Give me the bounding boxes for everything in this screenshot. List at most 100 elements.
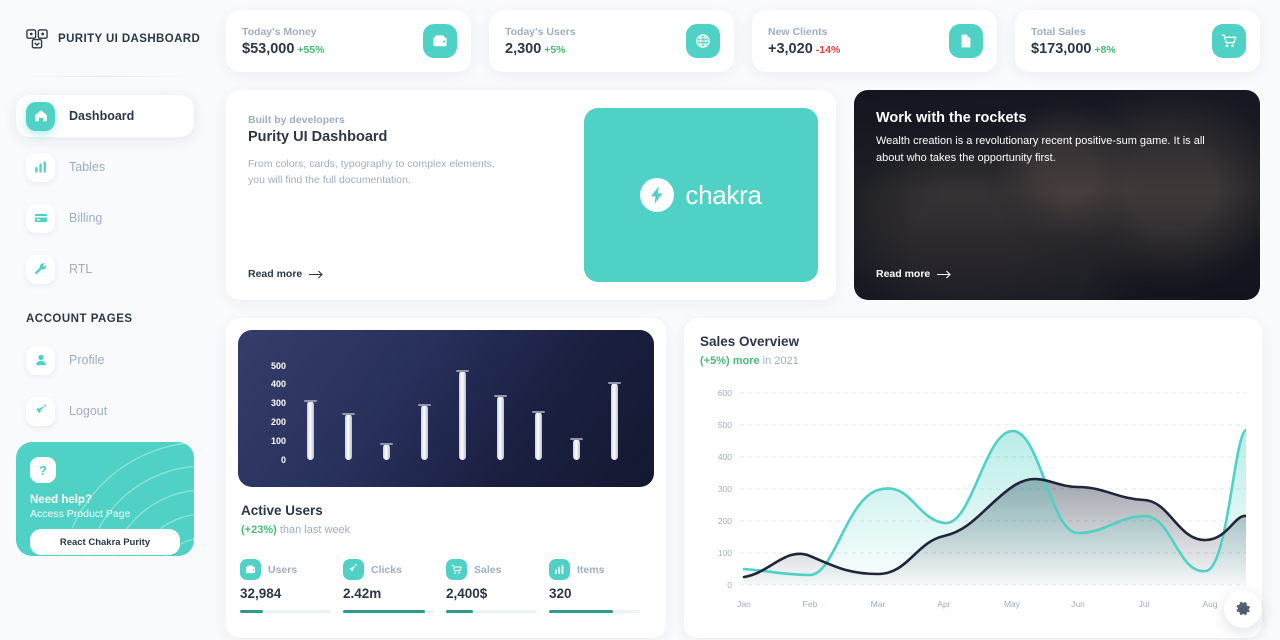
work-with-rockets-card: Work with the rockets Wealth creation is…: [854, 90, 1260, 300]
card-title: Work with the rockets: [876, 110, 1027, 126]
stat-value: $53,000: [242, 40, 295, 57]
help-card: ? Need help? Access Product Page React C…: [16, 442, 194, 556]
stat-card-todays-users[interactable]: Today's Users 2,300 +5%: [489, 10, 734, 72]
active-users-delta-suffix: than last week: [279, 524, 351, 536]
sales-overview-subtitle: (+5%) more in 2021: [700, 355, 1246, 367]
metric-value: 320: [549, 586, 572, 601]
sidebar-item-label: Logout: [69, 404, 108, 418]
chakra-logo-panel: chakra: [584, 108, 818, 282]
svg-text:Jun: Jun: [1071, 599, 1085, 609]
main-content: Today's Money $53,000 +55% Today's Users …: [210, 0, 1280, 640]
arrow-right-icon: [937, 270, 952, 278]
stat-value: +3,020: [768, 40, 813, 57]
card-title: Purity UI Dashboard: [248, 129, 388, 145]
svg-text:500: 500: [271, 361, 286, 371]
svg-text:600: 600: [718, 388, 732, 398]
metric-items: Items 320: [549, 559, 652, 613]
stat-card-total-sales[interactable]: Total Sales $173,000 +8%: [1015, 10, 1260, 72]
document-icon: [949, 24, 983, 58]
active-users-card: 500 400 300 200 100 0 Active Users (+23%…: [226, 318, 666, 638]
brand[interactable]: PURITY UI DASHBOARD: [0, 26, 210, 52]
purity-logo-icon: [26, 29, 48, 49]
metric-progress-track: [549, 610, 640, 613]
help-card-title: Need help?: [30, 494, 92, 506]
sidebar: PURITY UI DASHBOARD Dashboard Tables Bil…: [0, 0, 210, 640]
chakra-wordmark: chakra: [685, 179, 762, 210]
stat-delta: -14%: [815, 43, 841, 56]
svg-text:Jan: Jan: [737, 599, 751, 609]
read-more-label: Read more: [248, 268, 303, 280]
metric-label: Items: [577, 563, 605, 576]
svg-text:300: 300: [271, 398, 286, 408]
svg-text:Mar: Mar: [871, 599, 886, 609]
svg-text:0: 0: [281, 455, 286, 465]
wallet-icon: [240, 559, 261, 580]
sidebar-nav: Dashboard Tables Billing RTL ACCOUNT PAG…: [0, 95, 210, 432]
metric-value: 32,984: [240, 586, 282, 601]
svg-text:100: 100: [718, 548, 732, 558]
svg-text:May: May: [1004, 599, 1021, 609]
stats-bar-icon: [26, 152, 55, 182]
metric-progress-fill: [343, 610, 425, 613]
metric-progress-fill: [240, 610, 263, 613]
svg-text:Aug: Aug: [1202, 599, 1217, 609]
mid-row: Built by developers Purity UI Dashboard …: [226, 90, 1260, 300]
stat-label: New Clients: [768, 25, 828, 38]
read-more-label: Read more: [876, 268, 931, 280]
metric-label: Clicks: [371, 563, 402, 576]
wallet-icon: [423, 24, 457, 58]
metric-users: Users 32,984: [240, 559, 343, 613]
stat-label: Today's Money: [242, 25, 317, 38]
home-icon: [26, 101, 55, 131]
active-users-title: Active Users: [241, 503, 323, 518]
stat-card-todays-money[interactable]: Today's Money $53,000 +55%: [226, 10, 471, 72]
sidebar-item-profile[interactable]: Profile: [16, 339, 194, 381]
svg-text:200: 200: [718, 516, 732, 526]
sales-overview-card: Sales Overview (+5%) more in 2021 600 50…: [684, 318, 1262, 638]
chart-y-tick-labels: 600 500 400 300 200 100 0: [718, 388, 732, 590]
bottom-row: 500 400 300 200 100 0 Active Users (+23%…: [226, 318, 1262, 638]
metric-progress-track: [343, 610, 434, 613]
svg-text:Jul: Jul: [1139, 599, 1150, 609]
sidebar-item-tables[interactable]: Tables: [16, 146, 194, 188]
stat-label: Total Sales: [1031, 25, 1086, 38]
settings-fab-button[interactable]: [1224, 590, 1262, 628]
card-kicker: Built by developers: [248, 114, 345, 126]
rocket-icon: [343, 559, 364, 580]
active-users-delta: (+23%): [241, 524, 277, 536]
help-card-subtitle: Access Product Page: [30, 508, 131, 520]
bar-chart-y-labels: 500 400 300 200 100 0: [271, 361, 286, 465]
stat-card-new-clients[interactable]: New Clients +3,020 -14%: [752, 10, 997, 72]
rocket-icon: [26, 396, 55, 426]
bar-group: [307, 371, 618, 460]
help-card-button[interactable]: React Chakra Purity: [30, 529, 180, 555]
svg-text:Apr: Apr: [937, 599, 950, 609]
question-mark-icon: ?: [30, 457, 56, 483]
globe-icon: [686, 24, 720, 58]
read-more-link[interactable]: Read more: [248, 268, 578, 280]
metric-label: Users: [268, 563, 298, 576]
card-description: Wealth creation is a revolutionary recen…: [876, 135, 1205, 164]
sidebar-item-dashboard[interactable]: Dashboard: [16, 95, 194, 137]
sidebar-item-rtl[interactable]: RTL: [16, 248, 194, 290]
sales-overview-chart: 600 500 400 300 200 100 0 Jan Feb Mar Ap…: [718, 388, 1248, 609]
svg-text:100: 100: [271, 436, 286, 446]
chakra-bolt-icon: [640, 178, 675, 212]
sales-overview-title: Sales Overview: [700, 334, 800, 349]
person-icon: [26, 345, 55, 375]
built-by-developers-card: Built by developers Purity UI Dashboard …: [226, 90, 836, 300]
svg-text:Feb: Feb: [803, 599, 818, 609]
sidebar-item-logout[interactable]: Logout: [16, 390, 194, 432]
sidebar-item-label: Tables: [69, 160, 106, 174]
active-users-metrics: Users 32,984 Clicks 2.42m Sales 2,400$ I…: [238, 559, 654, 613]
stats-bar-icon: [549, 559, 570, 580]
bar-chart-svg: 500 400 300 200 100 0: [271, 361, 621, 465]
svg-text:0: 0: [727, 580, 732, 590]
metric-progress-track: [240, 610, 331, 613]
cart-icon: [1212, 24, 1246, 58]
svg-text:200: 200: [271, 417, 286, 427]
read-more-link[interactable]: Read more: [876, 268, 1238, 280]
metric-progress-fill: [549, 610, 613, 613]
stat-delta: +5%: [544, 43, 566, 56]
sidebar-item-billing[interactable]: Billing: [16, 197, 194, 239]
